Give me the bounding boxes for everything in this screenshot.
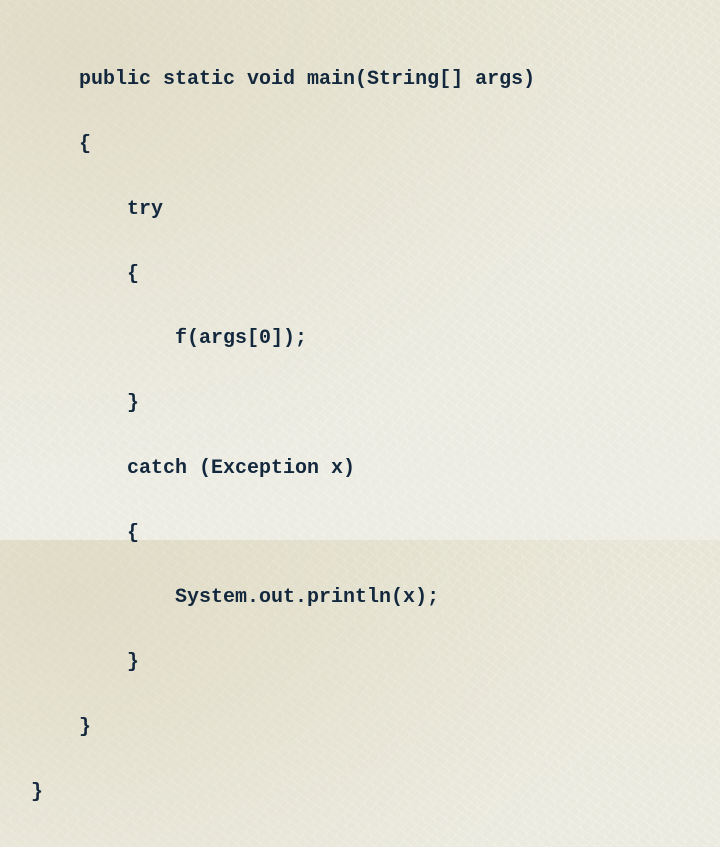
code-line-catch-open-brace: { xyxy=(31,521,140,545)
slide: public static void main(String[] args) {… xyxy=(0,0,720,803)
code-line-class-close-brace: } xyxy=(31,780,44,804)
code-line-f-call: f(args[0]); xyxy=(31,327,308,351)
code-line-method-close-brace: } xyxy=(31,716,92,739)
code-line-method-open-brace: { xyxy=(31,132,92,156)
code-line-try: try xyxy=(31,197,164,221)
code-line-catch: catch (Exception x) xyxy=(31,456,356,480)
code-line-catch-close-brace: } xyxy=(31,651,140,675)
code-block: public static void main(String[] args) {… xyxy=(31,26,535,847)
code-line-main-signature: public static void main(String[] args) xyxy=(31,68,536,92)
code-line-println: System.out.println(x); xyxy=(31,586,440,610)
code-line-try-open-brace: { xyxy=(31,262,140,286)
code-line-try-close-brace: } xyxy=(31,392,140,416)
